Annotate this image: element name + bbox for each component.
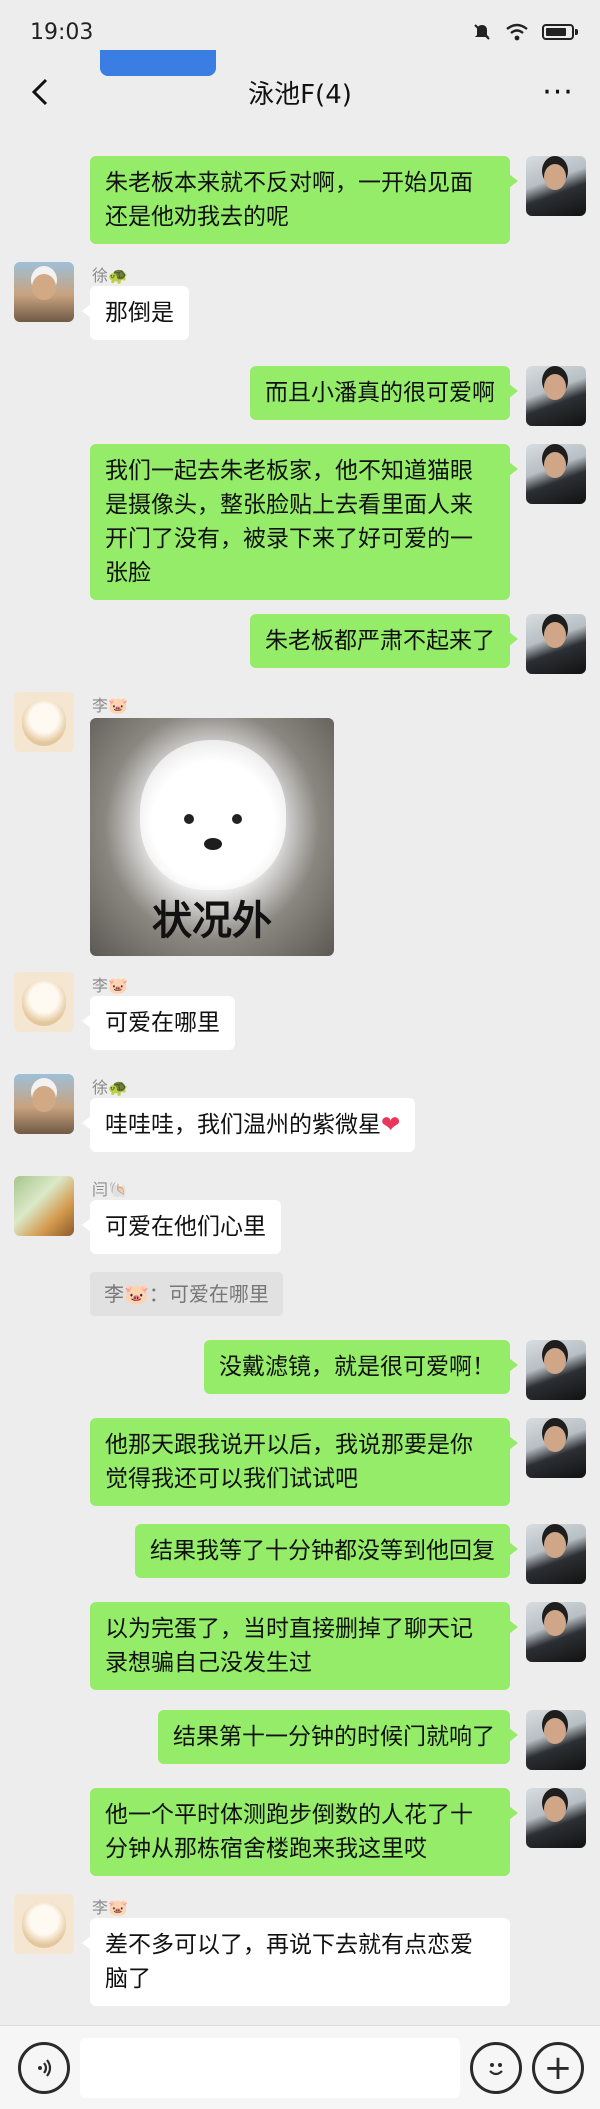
mute-icon [474,24,490,40]
message-bubble[interactable]: 哇哇哇，我们温州的紫微星❤ [81,1098,416,1152]
avatar[interactable] [526,1524,586,1584]
chevron-left-icon [31,78,48,106]
message-bubble[interactable]: 结果我等了十分钟都没等到他回复 [135,1524,518,1578]
sender-name: 李🐷 [92,976,128,995]
avatar[interactable] [14,692,74,752]
message-bubble[interactable]: 结果第十一分钟的时候门就响了 [158,1710,518,1764]
plus-button[interactable]: + [532,2042,584,2094]
sender-name: 徐🐢 [92,266,128,285]
emoji-icon [489,2063,503,2076]
avatar[interactable] [14,1176,74,1236]
voice-button[interactable] [18,2042,70,2094]
status-time: 19:03 [30,19,94,45]
message-bubble[interactable]: 朱老板都严肃不起来了 [250,614,518,668]
message-bubble[interactable]: 而且小潘真的很可爱啊 [250,366,518,420]
avatar[interactable] [526,1788,586,1848]
avatar[interactable] [526,444,586,504]
message-text: 哇哇哇，我们温州的紫微星 [105,1112,381,1138]
dog-illustration [140,740,286,890]
avatar[interactable] [526,1710,586,1770]
sender-name: 李🐷 [92,1898,128,1917]
emoji-button[interactable] [470,2042,522,2094]
avatar[interactable] [526,614,586,674]
battery-icon [542,24,578,40]
message-bubble[interactable]: 他一个平时体测跑步倒数的人花了十分钟从那栋宿舍楼跑来我这里哎 [90,1788,518,1876]
chat-header: 泳池F(4) ··· [0,60,600,124]
sender-name: 闫🐚 [92,1180,128,1199]
avatar[interactable] [526,366,586,426]
chat-title: 泳池F(4) [248,79,352,110]
message-bubble[interactable]: 那倒是 [82,286,189,340]
avatar[interactable] [14,262,74,322]
message-bubble[interactable]: 可爱在哪里 [82,996,235,1050]
heart-emoji: ❤ [381,1112,401,1138]
avatar[interactable] [526,1602,586,1662]
status-bar: 19:03 [0,0,600,64]
sticker-image[interactable]: 状况外 [90,718,334,956]
sticker-caption: 状况外 [152,898,272,944]
message-bubble[interactable]: 我们一起去朱老板家，他不知道猫眼是摄像头，整张脸贴上去看里面人来开门了没有，被录… [90,444,518,600]
avatar[interactable] [526,1418,586,1478]
avatar[interactable] [526,1340,586,1400]
message-bubble[interactable]: 差不多可以了，再说下去就有点恋爱脑了 [82,1918,510,2006]
dog-nose [204,838,222,850]
message-bubble[interactable]: 没戴滤镜，就是很可爱啊！ [204,1340,518,1394]
message-bubble[interactable]: 可爱在他们心里 [82,1200,281,1254]
back-button[interactable] [20,72,60,112]
message-bubble[interactable]: 朱老板本来就不反对啊，一开始见面还是他劝我去的呢 [90,156,518,244]
status-icons [472,22,578,42]
message-bubble[interactable]: 他那天跟我说开以后，我说那要是你觉得我还可以我们试试吧 [90,1418,518,1506]
avatar[interactable] [14,1894,74,1954]
avatar[interactable] [526,156,586,216]
voice-icon [38,2059,52,2077]
sender-name: 徐🐢 [92,1078,128,1097]
avatar[interactable] [14,972,74,1032]
message-input[interactable] [80,2038,460,2098]
wifi-icon [506,23,528,41]
more-options-button[interactable]: ··· [538,72,578,112]
avatar[interactable] [14,1074,74,1134]
chat-input-bar: + [0,2025,600,2109]
message-bubble[interactable]: 以为完蛋了，当时直接删掉了聊天记录想骗自己没发生过 [90,1602,518,1690]
sender-name: 李🐷 [92,696,128,715]
dog-eye [232,814,242,824]
quoted-reply[interactable]: 李🐷：可爱在哪里 [90,1272,283,1316]
dog-eye [184,814,194,824]
